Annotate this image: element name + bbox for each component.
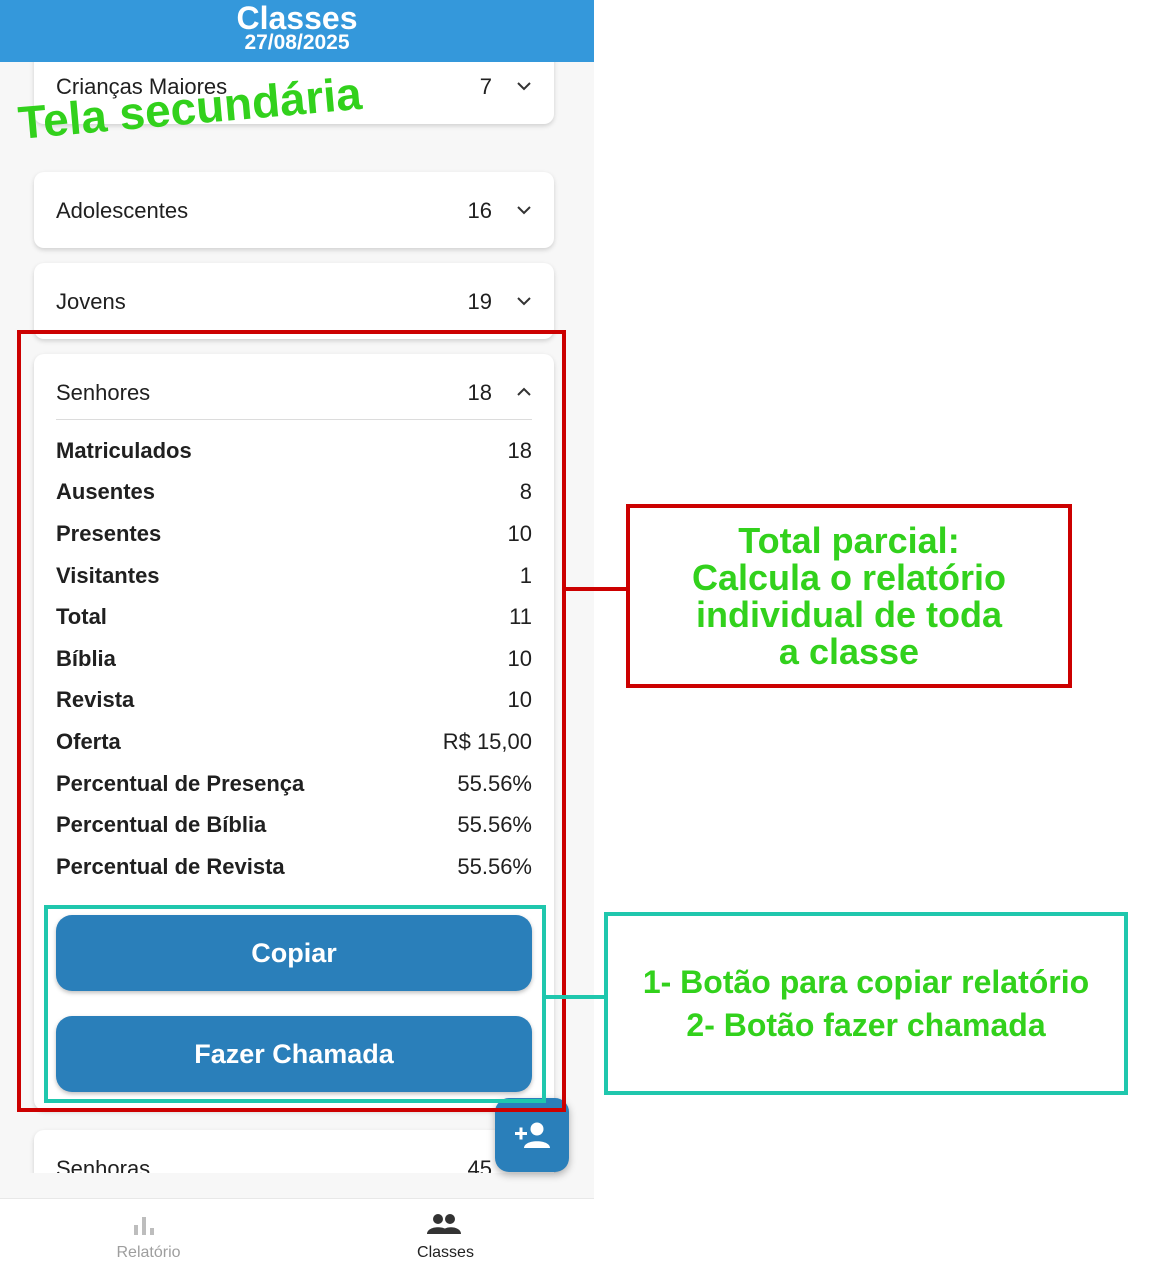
callout-buttons: 1- Botão para copiar relatório 2- Botão … — [604, 912, 1128, 1095]
class-name: Adolescentes — [56, 198, 189, 223]
highlight-box-buttons — [44, 905, 546, 1103]
class-count: 7 — [479, 74, 492, 99]
class-name: Jovens — [56, 289, 126, 314]
chevron-down-icon[interactable] — [514, 78, 534, 94]
class-card-header[interactable]: Adolescentes 16 — [34, 172, 554, 248]
bar-chart-icon — [134, 1217, 154, 1235]
callout-line: Calcula o relatório — [691, 557, 1007, 598]
nav-label: Relatório — [116, 1244, 181, 1261]
class-count: 16 — [467, 198, 492, 223]
callout-line: a classe — [778, 631, 920, 672]
callout-line: Total parcial: — [738, 520, 960, 561]
person-add-icon — [515, 1122, 550, 1148]
class-card-header[interactable]: Jovens 19 — [34, 263, 554, 339]
class-card-header[interactable]: Senhoras 45 — [34, 1130, 554, 1173]
class-card-senhoras[interactable]: Senhoras 45 — [34, 1130, 554, 1173]
callout-line: individual de toda — [695, 594, 1003, 635]
people-icon — [427, 1214, 461, 1234]
class-count: 45 — [467, 1156, 492, 1173]
app-bar: Classes 27/08/2025 — [0, 0, 594, 62]
callout-line: 1- Botão para copiar relatório — [642, 963, 1090, 1000]
nav-label: Classes — [417, 1244, 474, 1261]
callout-partial-total: Total parcial: Calcula o relatório indiv… — [626, 504, 1072, 688]
callout-line: 2- Botão fazer chamada — [686, 1006, 1046, 1043]
class-card-jovens[interactable]: Jovens 19 — [34, 263, 554, 339]
class-card-adolescentes[interactable]: Adolescentes 16 — [34, 172, 554, 248]
class-name: Senhoras — [56, 1156, 151, 1173]
connector-line-red — [562, 587, 628, 591]
class-count: 19 — [467, 289, 492, 314]
page-date: 27/08/2025 — [244, 31, 350, 54]
chevron-down-icon[interactable] — [514, 293, 534, 309]
nav-classes[interactable]: Classes — [297, 1199, 594, 1280]
nav-relatorio[interactable]: Relatório — [0, 1199, 297, 1280]
chevron-down-icon[interactable] — [514, 202, 534, 218]
bottom-navigation: Relatório Classes — [0, 1198, 594, 1280]
connector-line-teal — [542, 995, 606, 999]
